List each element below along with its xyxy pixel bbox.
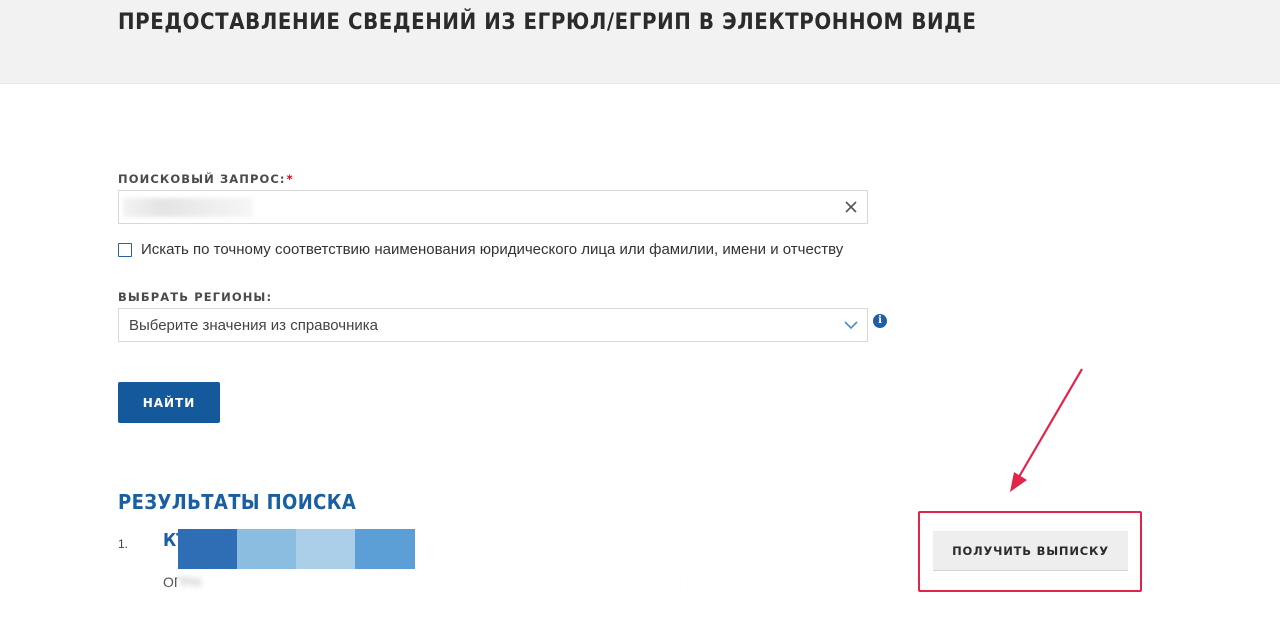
search-input[interactable] <box>118 190 868 224</box>
get-extract-button[interactable]: ПОЛУЧИТЬ ВЫПИСКУ <box>933 531 1128 571</box>
chevron-down-icon <box>844 321 858 330</box>
result-number: 1. <box>118 537 129 551</box>
info-icon[interactable]: i <box>873 314 887 328</box>
redacted-search-value <box>123 198 253 217</box>
search-label-text: ПОИСКОВЫЙ ЗАПРОС: <box>118 172 286 186</box>
redaction-block <box>355 529 415 569</box>
regions-select[interactable]: Выберите значения из справочника <box>118 308 868 342</box>
redaction-block <box>237 529 297 569</box>
page-title: ПРЕДОСТАВЛЕНИЕ СВЕДЕНИЙ ИЗ ЕГРЮЛ/ЕГРИП В… <box>118 10 977 35</box>
redaction-blur <box>177 572 778 594</box>
redaction-block <box>178 529 238 569</box>
close-icon[interactable] <box>843 199 859 215</box>
regions-label: ВЫБРАТЬ РЕГИОНЫ: <box>118 290 273 304</box>
required-mark: * <box>286 172 294 186</box>
redaction-block <box>296 529 356 569</box>
page-header: ПРЕДОСТАВЛЕНИЕ СВЕДЕНИЙ ИЗ ЕГРЮЛ/ЕГРИП В… <box>0 0 1280 84</box>
exact-match-checkbox[interactable] <box>118 243 132 257</box>
exact-match-label[interactable]: Искать по точному соответствию наименова… <box>141 241 843 258</box>
result-meta: ОГРН <box>163 572 778 594</box>
annotation-arrow-icon <box>1010 368 1083 492</box>
results-heading: РЕЗУЛЬТАТЫ ПОИСКА <box>118 490 357 514</box>
search-label: ПОИСКОВЫЙ ЗАПРОС:* <box>118 172 294 186</box>
find-button[interactable]: НАЙТИ <box>118 382 220 423</box>
regions-select-placeholder: Выберите значения из справочника <box>129 317 379 334</box>
